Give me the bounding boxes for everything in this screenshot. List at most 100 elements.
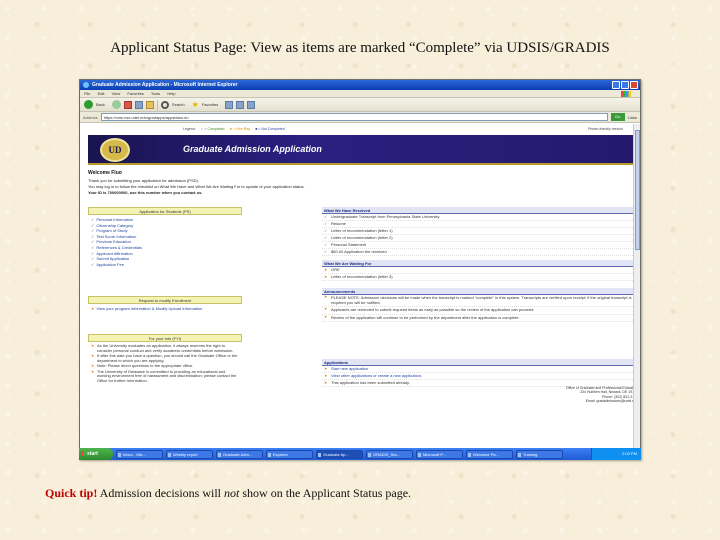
section-heading: What We Have Received [322, 207, 633, 214]
back-icon[interactable] [84, 100, 93, 109]
menu-edit[interactable]: Edit [98, 91, 105, 96]
arrow-icon: ➤ [324, 294, 328, 299]
taskbar-item[interactable]: Explorer [266, 449, 313, 459]
history-icon[interactable] [225, 100, 234, 109]
fyi-panel: For your info (FYI) ➤ As the University e… [88, 334, 242, 386]
taskbar-item[interactable]: Training [516, 449, 563, 459]
window-titlebar[interactable]: Graduate Admission Application - Microso… [80, 80, 640, 90]
taskbar-item[interactable]: Weekly report [166, 449, 213, 459]
start-button[interactable]: start [79, 448, 113, 460]
address-line[interactable]: Email: gradadmissions@udel.edu [418, 399, 638, 403]
windows-flag-icon [81, 451, 86, 456]
announcement-item: ➤ Applicants are reminded to submit requi… [322, 307, 633, 315]
checklist-item-fee[interactable]: ✓ Application Fee [91, 262, 239, 268]
fyi-item: ➤ As the University evaluates an applicat… [91, 343, 234, 353]
printer-friendly-link[interactable]: Printer-friendly version [588, 127, 623, 131]
mail-icon[interactable] [236, 100, 245, 109]
taskbar-item-active[interactable]: Graduate Ap... [316, 449, 363, 459]
system-tray-clock[interactable]: 2:03 PM [591, 448, 641, 460]
check-icon: ✓ [91, 228, 95, 234]
menu-file[interactable]: File [84, 91, 90, 96]
menu-view[interactable]: View [112, 91, 121, 96]
applications-section: Applications ➤ Start new application ➤ Vie… [322, 359, 633, 387]
menu-favorites[interactable]: Favorites [127, 91, 143, 96]
menu-tools[interactable]: Tools [151, 91, 160, 96]
page-content: Legend: ✓ = Completed ➤ = Non Req ■ = No… [80, 124, 640, 451]
check-icon: ✓ [91, 222, 95, 228]
taskbar-item[interactable]: Welcome Pa... [466, 449, 513, 459]
check-icon: ✓ [324, 221, 328, 226]
url-input[interactable]: https://cms.nss.udel.edu/gradapps/appsta… [100, 113, 608, 121]
arrow-icon: ➤ [324, 274, 328, 279]
legend-pending: ■ = Not Completed [255, 127, 285, 131]
windows-taskbar: start Inbox - Mic... Weekly report Gradu… [79, 448, 641, 460]
menu-bar: File Edit View Favorites Tools Help [80, 90, 640, 98]
home-icon[interactable] [145, 100, 154, 109]
slide-title: Applicant Status Page: View as items are… [110, 40, 610, 56]
welcome-heading: Welcome Fluo [88, 170, 122, 176]
request-link[interactable]: ➤ View your program information & Modify … [91, 306, 239, 311]
search-icon[interactable] [160, 100, 169, 109]
check-icon: ✓ [91, 244, 95, 250]
received-item: ✓ Letter of recommendation (letter 2) [322, 235, 633, 242]
welcome-line: You may log in to follow the checklist o… [88, 184, 305, 189]
check-icon: ✓ [324, 242, 328, 247]
welcome-line: Thank you for submitting your applicatio… [88, 178, 199, 183]
favorites-button-label[interactable]: Favorites [202, 102, 218, 107]
welcome-section: Welcome Fluo Thank you for submitting yo… [88, 170, 633, 196]
maximize-icon[interactable] [621, 81, 629, 89]
banner-title: Graduate Admission Application [183, 144, 322, 154]
arrow-icon: ➤ [324, 380, 328, 385]
application-checklist-panel: Application for Students (PS) ✓ Personal … [88, 207, 242, 269]
scrollbar-thumb[interactable] [635, 130, 640, 250]
tip-text-2: show on the Applicant Status page. [239, 486, 412, 500]
announcements-section: Announcements ➤ PLEASE NOTE: Admission de… [322, 288, 633, 323]
back-button-label[interactable]: Back [96, 102, 105, 107]
waiting-item: ➤ Letter of recommendation (letter 3) [322, 274, 633, 281]
received-item: ✓ Undergraduate Transcript from Pennsylva… [322, 214, 633, 221]
arrow-icon: ➤ [324, 306, 328, 312]
legend-complete: ✓ = Completed [200, 127, 225, 131]
toolbar: Back Search ★ Favorites [80, 98, 640, 112]
vertical-scrollbar[interactable] [633, 124, 640, 451]
quick-tip-label: Quick tip! [45, 486, 98, 500]
arrow-icon: ➤ [91, 368, 95, 374]
minimize-icon[interactable] [612, 81, 620, 89]
refresh-icon[interactable] [134, 100, 143, 109]
legend-label: Legend: [183, 127, 196, 131]
close-icon[interactable] [630, 81, 638, 89]
forward-icon[interactable] [111, 100, 121, 109]
taskbar-item[interactable]: Inbox - Mic... [116, 449, 163, 459]
go-button[interactable]: Go [610, 113, 625, 121]
taskbar-item[interactable]: GRADIS_Sta... [366, 449, 413, 459]
application-link[interactable]: ➤ View other applications or create a new… [322, 373, 633, 380]
arrow-icon: ➤ [91, 343, 95, 348]
taskbar-item[interactable]: Microsoft P... [416, 449, 463, 459]
fyi-item: ➤ If after this date you have a question,… [91, 353, 238, 363]
announcement-item: ➤ PLEASE NOTE: Admission decisions will b… [322, 294, 633, 308]
section-heading: What We Are Waiting For [322, 260, 633, 267]
welcome-id-line: Your ID is 700000000, use this number wh… [88, 190, 203, 195]
quick-tip: Quick tip! Admission decisions will not … [45, 486, 685, 501]
print-icon[interactable] [247, 100, 256, 109]
arrow-icon: ➤ [324, 373, 328, 378]
menu-help[interactable]: Help [167, 91, 175, 96]
waiting-section: What We Are Waiting For ➤ GRE ➤ Letter of … [322, 260, 633, 281]
stop-icon[interactable] [123, 100, 132, 109]
legend-nonreq: ➤ = Non Req [229, 127, 251, 131]
arrow-icon: ➤ [91, 306, 95, 311]
fyi-item: ➤ The University of Delaware is committed… [91, 368, 237, 383]
search-button-label[interactable]: Search [172, 102, 185, 107]
favorites-icon[interactable]: ★ [192, 100, 199, 109]
arrow-icon: ➤ [91, 363, 95, 368]
application-link[interactable]: ➤ Start new application [322, 366, 633, 373]
check-icon: ✓ [91, 217, 95, 222]
request-panel: Request to modify Enrollment ➤ View your … [88, 296, 242, 313]
section-heading: Applications [322, 359, 633, 366]
taskbar-item[interactable]: Graduate Adm... [216, 449, 263, 459]
links-button[interactable]: Links [628, 115, 637, 120]
announcement-item: ➤ Review of the application will continue… [322, 314, 633, 323]
windows-logo-icon [621, 91, 631, 97]
header-banner: UD Graduate Admission Application [88, 135, 633, 165]
check-icon: ✓ [324, 214, 328, 219]
